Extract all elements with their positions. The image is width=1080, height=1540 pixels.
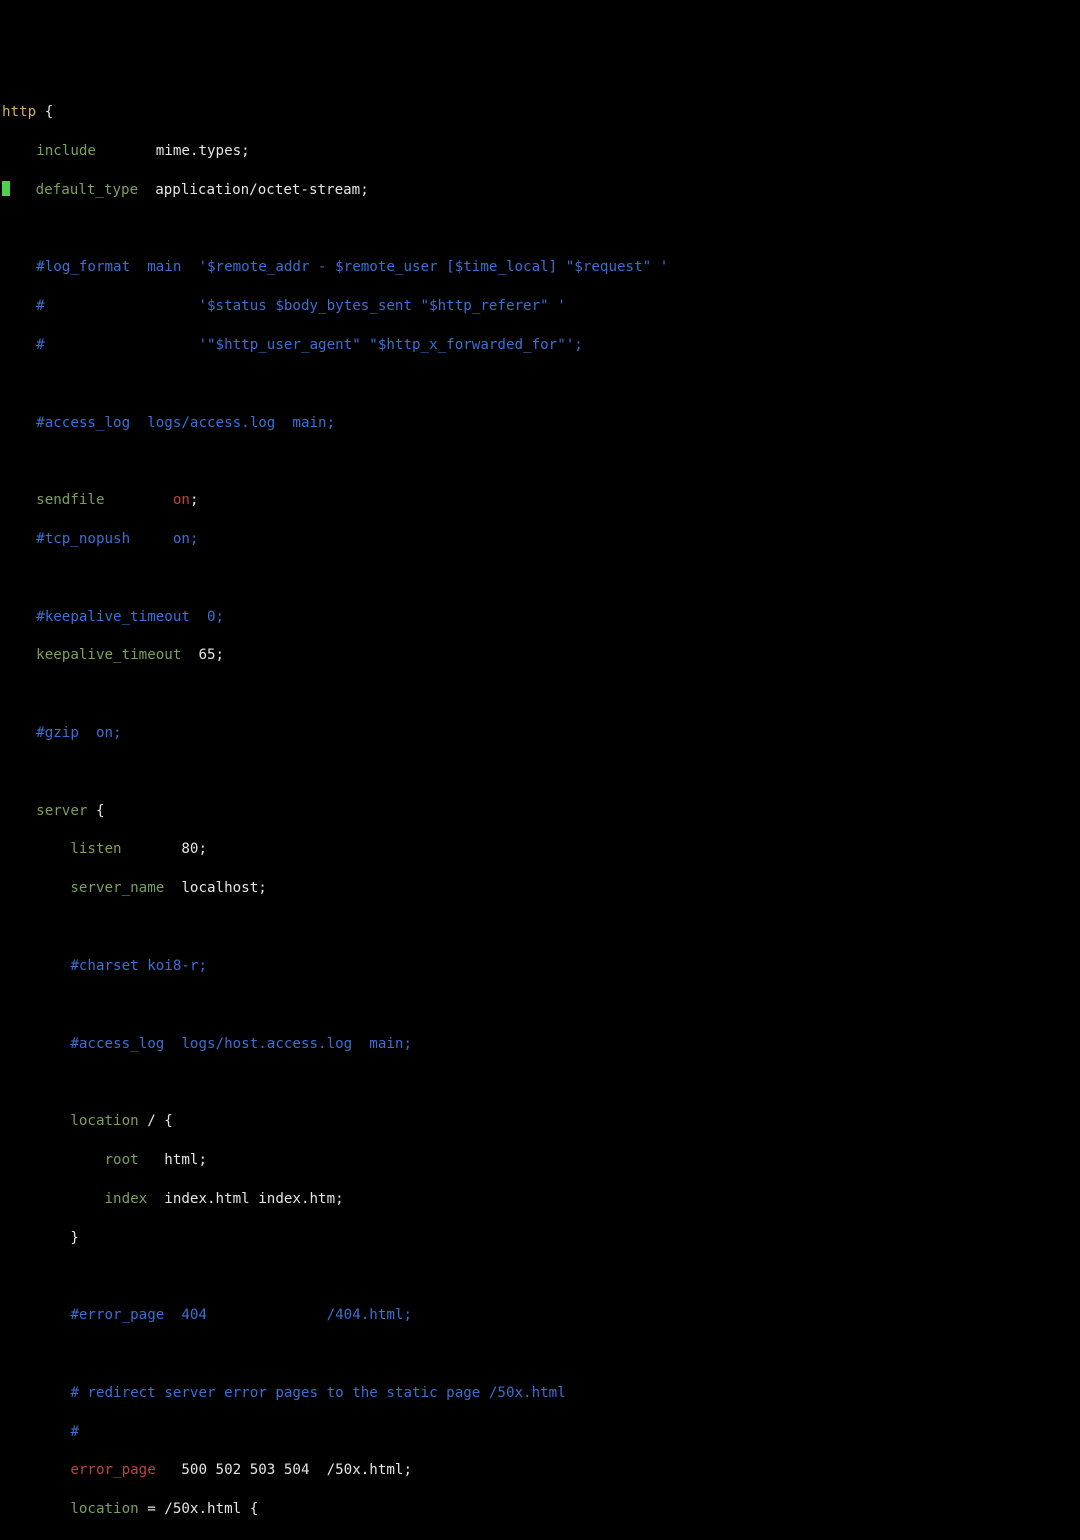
code-line: #tcp_nopush on; bbox=[2, 530, 1078, 549]
blank-line bbox=[2, 685, 1078, 704]
directive-include: include bbox=[36, 143, 96, 159]
blank-line bbox=[2, 569, 1078, 588]
code-line: } bbox=[2, 1229, 1078, 1248]
code-line: #access_log logs/access.log main; bbox=[2, 414, 1078, 433]
cursor-block-icon bbox=[2, 181, 10, 196]
code-line: location / { bbox=[2, 1112, 1078, 1131]
blank-line bbox=[2, 996, 1078, 1015]
code-line: # '$status $body_bytes_sent "$http_refer… bbox=[2, 297, 1078, 316]
code-line: location = /50x.html { bbox=[2, 1500, 1078, 1519]
code-line: root html; bbox=[2, 1539, 1078, 1540]
blank-line bbox=[2, 375, 1078, 394]
directive-default-type: default_type bbox=[36, 182, 139, 198]
blank-line bbox=[2, 763, 1078, 782]
blank-line bbox=[2, 1267, 1078, 1286]
directive-location: location bbox=[70, 1113, 138, 1129]
value-on: on bbox=[173, 492, 190, 508]
directive-listen: listen bbox=[70, 841, 121, 857]
code-line: error_page 500 502 503 504 /50x.html; bbox=[2, 1461, 1078, 1480]
directive-root: root bbox=[105, 1152, 139, 1168]
editor-viewport[interactable]: http { include mime.types; default_type … bbox=[2, 84, 1078, 1540]
directive-keepalive-timeout: keepalive_timeout bbox=[36, 647, 181, 663]
blank-line bbox=[2, 1073, 1078, 1092]
blank-line bbox=[2, 918, 1078, 937]
directive-error-page: error_page bbox=[70, 1462, 155, 1478]
code-line: #keepalive_timeout 0; bbox=[2, 608, 1078, 627]
blank-line bbox=[2, 452, 1078, 471]
directive-sendfile: sendfile bbox=[36, 492, 104, 508]
blank-line bbox=[2, 1345, 1078, 1364]
code-line: #access_log logs/host.access.log main; bbox=[2, 1035, 1078, 1054]
directive-index: index bbox=[105, 1191, 148, 1207]
code-line: http { bbox=[2, 103, 1078, 122]
keyword-http: http bbox=[2, 104, 36, 120]
code-line: #log_format main '$remote_addr - $remote… bbox=[2, 258, 1078, 277]
code-line: keepalive_timeout 65; bbox=[2, 646, 1078, 665]
directive-server: server bbox=[36, 803, 87, 819]
code-line: # bbox=[2, 1423, 1078, 1442]
code-line: server { bbox=[2, 802, 1078, 821]
code-line: server_name localhost; bbox=[2, 879, 1078, 898]
code-line: root html; bbox=[2, 1151, 1078, 1170]
directive-server-name: server_name bbox=[70, 880, 164, 896]
code-line: index index.html index.htm; bbox=[2, 1190, 1078, 1209]
code-line: include mime.types; bbox=[2, 142, 1078, 161]
code-line: # '"$http_user_agent" "$http_x_forwarded… bbox=[2, 336, 1078, 355]
blank-line bbox=[2, 219, 1078, 238]
directive-location: location bbox=[70, 1501, 138, 1517]
code-line: default_type application/octet-stream; bbox=[2, 181, 1078, 200]
code-line: sendfile on; bbox=[2, 491, 1078, 510]
code-line: #error_page 404 /404.html; bbox=[2, 1306, 1078, 1325]
code-line: listen 80; bbox=[2, 840, 1078, 859]
code-line: #gzip on; bbox=[2, 724, 1078, 743]
code-line: # redirect server error pages to the sta… bbox=[2, 1384, 1078, 1403]
code-line: #charset koi8-r; bbox=[2, 957, 1078, 976]
